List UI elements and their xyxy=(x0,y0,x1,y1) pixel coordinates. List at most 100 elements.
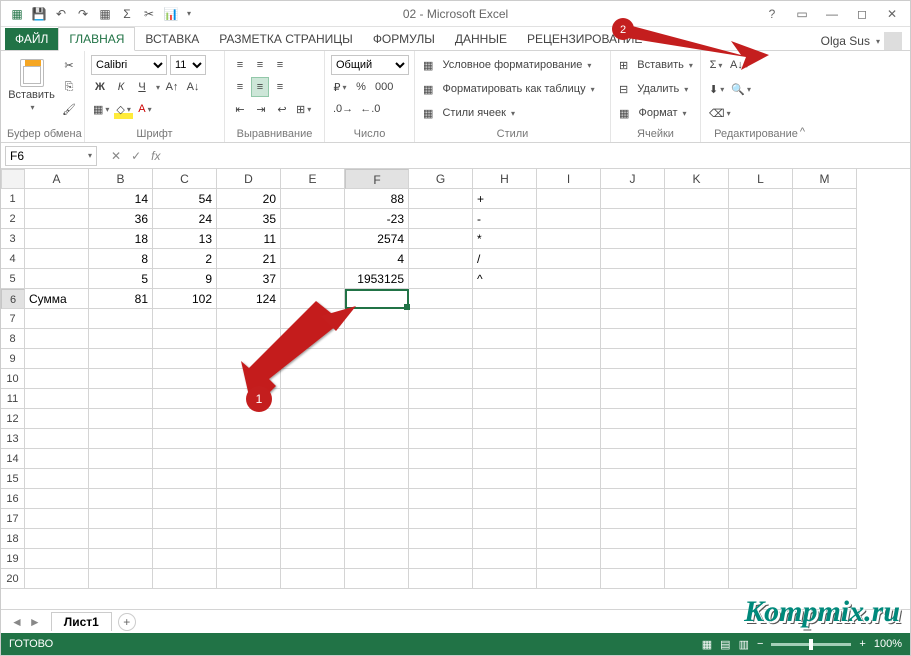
decrease-decimal-button[interactable]: ←.0 xyxy=(358,99,382,119)
increase-indent-button[interactable]: ⇥ xyxy=(252,99,270,119)
cell[interactable]: 24 xyxy=(153,209,217,229)
cell[interactable] xyxy=(601,389,665,409)
cell[interactable] xyxy=(729,429,793,449)
collapse-ribbon-icon[interactable]: ^ xyxy=(800,126,805,138)
cell[interactable] xyxy=(217,569,281,589)
copy-button[interactable]: ⎘ xyxy=(60,77,78,97)
align-middle-button[interactable]: ≡ xyxy=(251,55,269,75)
chart-icon[interactable]: 📊 xyxy=(163,6,179,22)
cell[interactable] xyxy=(409,229,473,249)
cell[interactable]: -23 xyxy=(345,209,409,229)
cell[interactable] xyxy=(601,349,665,369)
cell[interactable] xyxy=(25,269,89,289)
cell[interactable] xyxy=(665,529,729,549)
cell[interactable] xyxy=(793,269,857,289)
cell[interactable] xyxy=(345,289,409,309)
cell[interactable] xyxy=(345,349,409,369)
fx-icon[interactable]: fx xyxy=(151,149,160,163)
user-account[interactable]: Olga Sus▾ xyxy=(821,32,910,50)
cell[interactable] xyxy=(409,269,473,289)
cell[interactable] xyxy=(793,309,857,329)
row-header[interactable]: 16 xyxy=(1,489,25,509)
save-icon[interactable]: 💾 xyxy=(31,6,47,22)
sheet-next-icon[interactable]: ► xyxy=(29,615,41,629)
row-header[interactable]: 19 xyxy=(1,549,25,569)
formula-input[interactable] xyxy=(170,148,910,163)
cell[interactable]: 4 xyxy=(345,249,409,269)
minimize-icon[interactable]: — xyxy=(822,7,842,21)
font-name-select[interactable]: Calibri xyxy=(91,55,167,75)
cell[interactable] xyxy=(409,549,473,569)
cell[interactable] xyxy=(729,389,793,409)
cell[interactable] xyxy=(729,229,793,249)
cell[interactable] xyxy=(345,369,409,389)
cell[interactable]: 2 xyxy=(153,249,217,269)
cell[interactable] xyxy=(537,289,601,309)
cell[interactable] xyxy=(537,549,601,569)
cell[interactable] xyxy=(153,489,217,509)
cell[interactable] xyxy=(345,569,409,589)
cell[interactable] xyxy=(25,489,89,509)
cell[interactable] xyxy=(217,329,281,349)
cell[interactable] xyxy=(665,389,729,409)
align-left-button[interactable]: ≡ xyxy=(231,77,249,97)
cell[interactable] xyxy=(281,429,345,449)
paste-button[interactable]: Вставить▾ xyxy=(7,55,56,115)
cell[interactable] xyxy=(89,349,153,369)
cell[interactable] xyxy=(153,349,217,369)
cell[interactable]: 81 xyxy=(89,289,153,309)
row-header[interactable]: 20 xyxy=(1,569,25,589)
cell[interactable] xyxy=(665,449,729,469)
cell[interactable] xyxy=(217,449,281,469)
merge-button[interactable]: ⊞▾ xyxy=(294,99,313,119)
format-cells-button[interactable]: ▦ Формат▾ xyxy=(617,103,689,123)
cell[interactable] xyxy=(793,389,857,409)
cell[interactable] xyxy=(25,309,89,329)
cell[interactable] xyxy=(153,449,217,469)
cell[interactable] xyxy=(537,509,601,529)
cell[interactable]: 1953125 xyxy=(345,269,409,289)
view-pagebreak-icon[interactable]: ▥ xyxy=(739,638,749,651)
cell[interactable] xyxy=(537,329,601,349)
cell[interactable]: 14 xyxy=(89,189,153,209)
font-color-button[interactable]: A▾ xyxy=(136,99,154,119)
cell[interactable]: * xyxy=(473,229,537,249)
cell[interactable] xyxy=(793,229,857,249)
cell[interactable]: 9 xyxy=(153,269,217,289)
cell[interactable] xyxy=(665,469,729,489)
insert-cells-button[interactable]: ⊞ Вставить▾ xyxy=(617,55,695,75)
cell[interactable] xyxy=(281,189,345,209)
row-header[interactable]: 13 xyxy=(1,429,25,449)
cell[interactable]: 21 xyxy=(217,249,281,269)
cell[interactable] xyxy=(281,509,345,529)
cell[interactable] xyxy=(217,429,281,449)
cell[interactable] xyxy=(409,369,473,389)
cell[interactable] xyxy=(601,369,665,389)
cell[interactable] xyxy=(281,249,345,269)
cell[interactable] xyxy=(729,189,793,209)
column-header[interactable]: A xyxy=(25,169,89,189)
cell[interactable]: Сумма xyxy=(25,289,89,309)
row-header[interactable]: 18 xyxy=(1,529,25,549)
row-header[interactable]: 2 xyxy=(1,209,25,229)
comma-button[interactable]: 000 xyxy=(373,77,395,97)
name-box[interactable]: F6▾ xyxy=(5,146,97,166)
cell[interactable] xyxy=(729,469,793,489)
cell[interactable] xyxy=(25,449,89,469)
cell[interactable] xyxy=(601,249,665,269)
cell[interactable] xyxy=(25,249,89,269)
row-header[interactable]: 6 xyxy=(1,289,25,309)
cell[interactable] xyxy=(409,329,473,349)
cell[interactable]: 37 xyxy=(217,269,281,289)
cell[interactable] xyxy=(537,529,601,549)
cell[interactable] xyxy=(601,569,665,589)
undo-icon[interactable]: ↶ xyxy=(53,6,69,22)
cell[interactable] xyxy=(153,309,217,329)
cell[interactable] xyxy=(345,309,409,329)
cell[interactable] xyxy=(601,529,665,549)
column-header[interactable]: D xyxy=(217,169,281,189)
cell[interactable] xyxy=(473,309,537,329)
cell[interactable] xyxy=(409,569,473,589)
cell[interactable] xyxy=(217,309,281,329)
cell[interactable] xyxy=(601,309,665,329)
